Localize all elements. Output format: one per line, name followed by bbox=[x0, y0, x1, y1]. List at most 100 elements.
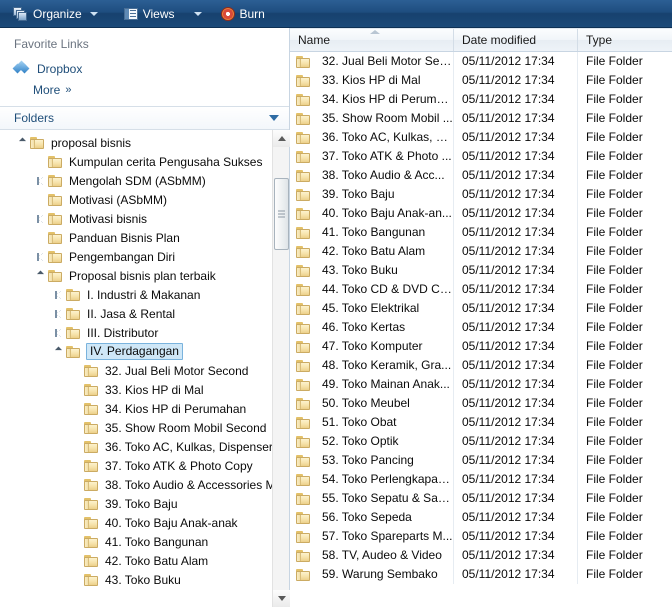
collapse-triangle-icon[interactable] bbox=[14, 133, 30, 152]
file-name-label: 54. Toko Perlengkapan... bbox=[322, 472, 453, 486]
tree-item[interactable]: 41. Toko Bangunan bbox=[0, 532, 272, 551]
folder-tree[interactable]: proposal bisnis Kumpulan cerita Pengusaha… bbox=[0, 130, 272, 607]
favorite-item-dropbox[interactable]: Dropbox bbox=[0, 58, 289, 79]
tree-item[interactable]: 36. Toko AC, Kulkas, Dispenser bbox=[0, 437, 272, 456]
cell-date-modified: 05/11/2012 17:34 bbox=[454, 508, 578, 527]
tree-item[interactable]: 37. Toko ATK & Photo Copy bbox=[0, 456, 272, 475]
file-list-row[interactable]: 33. Kios HP di Mal 05/11/2012 17:34 File F… bbox=[290, 71, 672, 90]
file-list-row[interactable]: 44. Toko CD & DVD Co... 05/11/2012 17:34 F… bbox=[290, 280, 672, 299]
cell-type: File Folder bbox=[586, 168, 643, 182]
tree-item[interactable]: Mengolah SDM (ASbMM) bbox=[0, 171, 272, 190]
cell-name: 58. TV, Audeo & Video bbox=[290, 546, 454, 565]
tree-scrollbar[interactable] bbox=[272, 130, 290, 607]
file-list-row[interactable]: 32. Jual Beli Motor Sec... 05/11/2012 17:… bbox=[290, 52, 672, 71]
file-name-label: 37. Toko ATK & Photo ... bbox=[322, 149, 452, 163]
column-header-name[interactable]: Name bbox=[290, 29, 454, 51]
scrollbar-thumb[interactable] bbox=[274, 178, 289, 250]
column-header-type[interactable]: Type bbox=[578, 29, 672, 51]
tree-item[interactable]: Motivasi (ASbMM) bbox=[0, 190, 272, 209]
file-name-label: 41. Toko Bangunan bbox=[322, 225, 426, 239]
tree-item[interactable]: 33. Kios HP di Mal bbox=[0, 380, 272, 399]
file-name-label: 34. Kios HP di Peruma... bbox=[322, 92, 453, 106]
file-list-row[interactable]: 36. Toko AC, Kulkas, Di... 05/11/2012 17:… bbox=[290, 128, 672, 147]
tree-item[interactable]: Kumpulan cerita Pengusaha Sukses bbox=[0, 152, 272, 171]
file-list-row[interactable]: 50. Toko Meubel 05/11/2012 17:34 File Fold… bbox=[290, 394, 672, 413]
tree-item[interactable]: 34. Kios HP di Perumahan bbox=[0, 399, 272, 418]
file-list-row[interactable]: 45. Toko Elektrikal 05/11/2012 17:34 File … bbox=[290, 299, 672, 318]
tree-item[interactable]: 38. Toko Audio & Accessories M bbox=[0, 475, 272, 494]
cell-name: 44. Toko CD & DVD Co... bbox=[290, 280, 454, 299]
views-dropdown-button[interactable] bbox=[184, 3, 212, 25]
file-list-row[interactable]: 58. TV, Audeo & Video 05/11/2012 17:34 Fil… bbox=[290, 546, 672, 565]
file-list-row[interactable]: 57. Toko Spareparts M... 05/11/2012 17:34… bbox=[290, 527, 672, 546]
tree-item[interactable]: Proposal bisnis plan terbaik bbox=[0, 266, 272, 285]
tree-item[interactable]: II. Jasa & Rental bbox=[0, 304, 272, 323]
expand-triangle-icon[interactable] bbox=[32, 171, 48, 190]
expand-triangle-icon[interactable] bbox=[50, 304, 66, 323]
tree-item[interactable]: I. Industri & Makanan bbox=[0, 285, 272, 304]
column-header-label: Name bbox=[298, 33, 331, 47]
file-list-row[interactable]: 37. Toko ATK & Photo ... 05/11/2012 17:34… bbox=[290, 147, 672, 166]
tree-item[interactable]: Motivasi bisnis bbox=[0, 209, 272, 228]
file-list-row[interactable]: 34. Kios HP di Peruma... 05/11/2012 17:34… bbox=[290, 90, 672, 109]
column-header-date-modified[interactable]: Date modified bbox=[454, 29, 578, 51]
chevron-down-icon[interactable] bbox=[269, 115, 279, 121]
file-list-row[interactable]: 39. Toko Baju 05/11/2012 17:34 File Folder bbox=[290, 185, 672, 204]
file-list-row[interactable]: 41. Toko Bangunan 05/11/2012 17:34 File Fo… bbox=[290, 223, 672, 242]
views-button[interactable]: Views bbox=[117, 3, 182, 25]
cell-type: File Folder bbox=[586, 434, 643, 448]
file-list-row[interactable]: 48. Toko Keramik, Gra... 05/11/2012 17:34… bbox=[290, 356, 672, 375]
folders-header[interactable]: Folders bbox=[0, 106, 289, 130]
cell-name: 57. Toko Spareparts M... bbox=[290, 527, 454, 546]
file-list-row[interactable]: 59. Warung Sembako 05/11/2012 17:34 File F… bbox=[290, 565, 672, 584]
burn-button[interactable]: Burn bbox=[214, 3, 272, 25]
cell-type: File Folder bbox=[586, 567, 643, 581]
tree-item[interactable]: 42. Toko Batu Alam bbox=[0, 551, 272, 570]
file-list-row[interactable]: 47. Toko Komputer 05/11/2012 17:34 File Fo… bbox=[290, 337, 672, 356]
tree-item[interactable]: 43. Toko Buku bbox=[0, 570, 272, 589]
favorite-item-more[interactable]: More » bbox=[0, 79, 289, 100]
favorite-item-label: Dropbox bbox=[37, 61, 83, 76]
tree-item[interactable]: 32. Jual Beli Motor Second bbox=[0, 361, 272, 380]
collapse-triangle-icon[interactable] bbox=[32, 266, 48, 285]
cell-date-modified: 05/11/2012 17:34 bbox=[454, 280, 578, 299]
expand-triangle-icon[interactable] bbox=[50, 323, 66, 342]
file-list-row[interactable]: 43. Toko Buku 05/11/2012 17:34 File Folder bbox=[290, 261, 672, 280]
file-list[interactable]: 32. Jual Beli Motor Sec... 05/11/2012 17:… bbox=[290, 52, 672, 607]
tree-item[interactable]: Panduan Bisnis Plan bbox=[0, 228, 272, 247]
file-list-row[interactable]: 40. Toko Baju Anak-an... 05/11/2012 17:34… bbox=[290, 204, 672, 223]
collapse-triangle-icon[interactable] bbox=[50, 342, 66, 361]
file-list-row[interactable]: 51. Toko Obat 05/11/2012 17:34 File Folder bbox=[290, 413, 672, 432]
file-list-row[interactable]: 54. Toko Perlengkapan... 05/11/2012 17:34… bbox=[290, 470, 672, 489]
tree-item[interactable]: Pengembangan Diri bbox=[0, 247, 272, 266]
file-list-row[interactable]: 49. Toko Mainan Anak... 05/11/2012 17:34 F… bbox=[290, 375, 672, 394]
expand-triangle-icon[interactable] bbox=[50, 285, 66, 304]
tree-item[interactable]: 40. Toko Baju Anak-anak bbox=[0, 513, 272, 532]
tree-item[interactable]: 39. Toko Baju bbox=[0, 494, 272, 513]
file-list-row[interactable]: 46. Toko Kertas 05/11/2012 17:34 File Fold… bbox=[290, 318, 672, 337]
tree-item[interactable]: III. Distributor bbox=[0, 323, 272, 342]
tree-item[interactable]: proposal bisnis bbox=[0, 133, 272, 152]
tree-item[interactable]: 35. Show Room Mobil Second bbox=[0, 418, 272, 437]
organize-button[interactable]: Organize bbox=[6, 3, 105, 25]
folder-icon bbox=[296, 169, 312, 183]
file-list-row[interactable]: 53. Toko Pancing 05/11/2012 17:34 File Fol… bbox=[290, 451, 672, 470]
file-list-row[interactable]: 52. Toko Optik 05/11/2012 17:34 File Folde… bbox=[290, 432, 672, 451]
expand-triangle-icon[interactable] bbox=[32, 247, 48, 266]
tree-item[interactable]: IV. Perdagangan bbox=[0, 342, 272, 361]
file-list-row[interactable]: 56. Toko Sepeda 05/11/2012 17:34 File Fold… bbox=[290, 508, 672, 527]
folder-icon bbox=[48, 174, 64, 188]
scroll-down-button[interactable] bbox=[273, 590, 290, 607]
file-list-row[interactable]: 55. Toko Sepatu & San... 05/11/2012 17:34… bbox=[290, 489, 672, 508]
file-list-row[interactable]: 38. Toko Audio & Acc... 05/11/2012 17:34 F… bbox=[290, 166, 672, 185]
cell-type: File Folder bbox=[586, 491, 643, 505]
file-list-row[interactable]: 35. Show Room Mobil ... 05/11/2012 17:34 F… bbox=[290, 109, 672, 128]
tree-item-label: I. Industri & Makanan bbox=[87, 287, 201, 302]
tree-twisty-spacer bbox=[32, 152, 48, 171]
file-list-row[interactable]: 42. Toko Batu Alam 05/11/2012 17:34 File F… bbox=[290, 242, 672, 261]
scroll-up-button[interactable] bbox=[273, 130, 290, 147]
file-name-label: 38. Toko Audio & Acc... bbox=[322, 168, 445, 182]
file-name-label: 43. Toko Buku bbox=[322, 263, 398, 277]
expand-triangle-icon[interactable] bbox=[32, 209, 48, 228]
cell-name: 53. Toko Pancing bbox=[290, 451, 454, 470]
